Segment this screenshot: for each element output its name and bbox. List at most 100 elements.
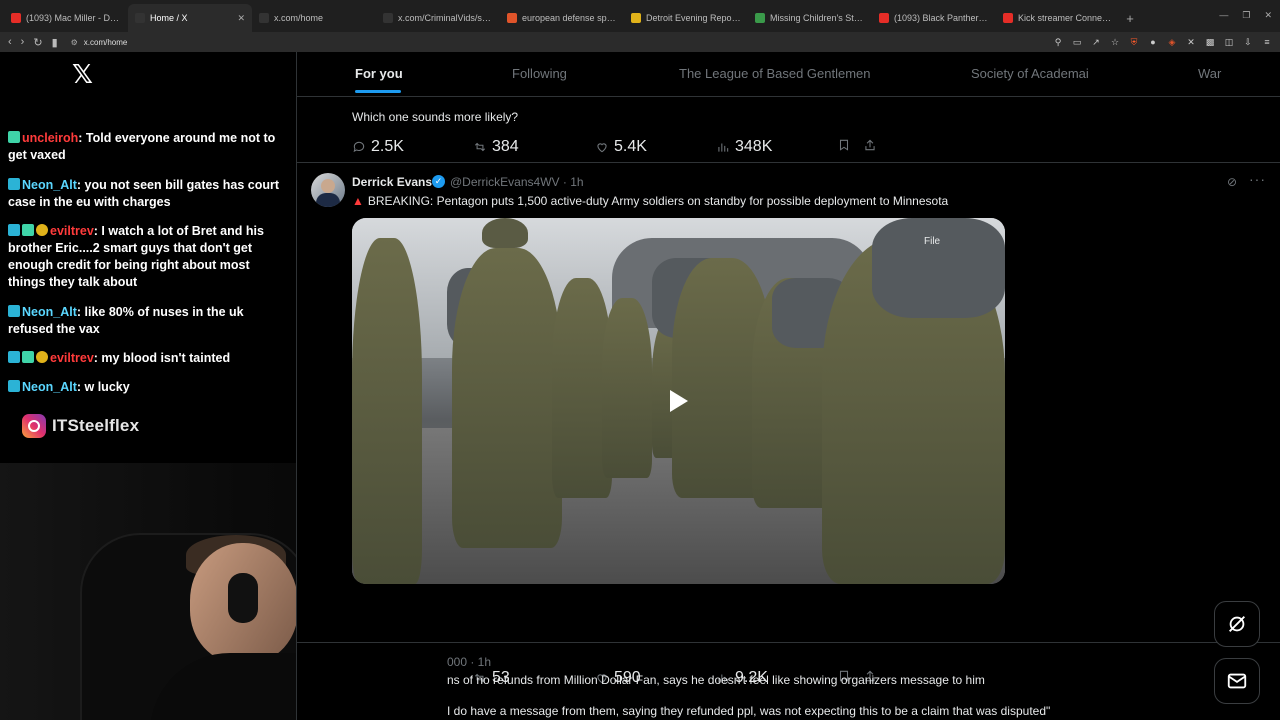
chat-username[interactable]: Neon_Alt bbox=[22, 380, 77, 394]
browser-tab[interactable]: Kick streamer Conner gets filmed b... bbox=[996, 4, 1120, 32]
browser-toolbar: ‹ › ↻ ▮ ⚙ x.com/home ⚲ ▭ ↗ ☆ ⛨ ● ◈ ✕ ▩ ◫… bbox=[0, 32, 1280, 52]
chat-badge-icon bbox=[22, 224, 34, 236]
grok-icon bbox=[1229, 616, 1245, 632]
close-window-icon[interactable]: ✕ bbox=[1264, 10, 1272, 21]
tab-society-of-academai[interactable]: Society of Academai bbox=[971, 66, 1089, 81]
chat-badge-icon bbox=[8, 131, 20, 143]
tab-title: Detroit Evening Report: Hundreds in... bbox=[646, 13, 741, 23]
browser-tab[interactable]: (1093) Black Panther Says Ice is Goin... bbox=[872, 4, 996, 32]
post-text: I do have a message from them, saying th… bbox=[447, 704, 1051, 718]
wallet-icon[interactable]: ◈ bbox=[1167, 37, 1177, 47]
post-text: Which one sounds more likely? bbox=[352, 110, 519, 124]
grok-button[interactable] bbox=[1214, 601, 1260, 647]
x-logo-icon[interactable]: 𝕏 bbox=[72, 60, 93, 90]
share-icon[interactable]: ↗ bbox=[1091, 37, 1101, 47]
post-body: ▲ BREAKING: Pentagon puts 1,500 active-du… bbox=[352, 194, 948, 208]
timeline-tabs: For you Following The League of Based Ge… bbox=[297, 52, 1280, 97]
grok-icon[interactable]: ⊘ bbox=[1227, 175, 1237, 189]
browser-tab[interactable]: Detroit Evening Report: Hundreds in... bbox=[624, 4, 748, 32]
avatar[interactable] bbox=[311, 173, 345, 207]
tab-league-of-based-gentlemen[interactable]: The League of Based Gentlemen bbox=[679, 66, 871, 81]
favicon-icon bbox=[879, 13, 889, 23]
siren-icon: ▲ bbox=[352, 194, 364, 208]
more-options-icon[interactable]: ··· bbox=[1249, 171, 1266, 187]
forward-icon[interactable]: › bbox=[21, 36, 25, 48]
chat-username[interactable]: eviltrev bbox=[50, 224, 94, 238]
extensions-bar: ⚲ ▭ ↗ ☆ ⛨ ● ◈ ✕ ▩ ◫ ⇩ ≡ bbox=[1053, 37, 1272, 48]
reload-icon[interactable]: ↻ bbox=[33, 36, 42, 49]
messages-button[interactable] bbox=[1214, 658, 1260, 704]
tab-label: Society of Academai bbox=[971, 66, 1089, 81]
mail-icon bbox=[1227, 673, 1247, 689]
zoom-icon[interactable]: ⚲ bbox=[1053, 37, 1063, 47]
tab-war[interactable]: War bbox=[1198, 66, 1221, 81]
like-button[interactable]: 5.4K bbox=[595, 138, 647, 156]
download-icon[interactable]: ⇩ bbox=[1243, 37, 1253, 47]
tab-following[interactable]: Following bbox=[512, 66, 567, 81]
browser-tab[interactable]: x.com/CriminalVids/status/20123151... bbox=[376, 4, 500, 32]
chat-username[interactable]: uncleiroh bbox=[22, 131, 78, 145]
brave-shield-icon[interactable]: ⛨ bbox=[1129, 37, 1139, 47]
browser-tab[interactable]: european defense spending - Brave S bbox=[500, 4, 624, 32]
favicon-icon bbox=[11, 13, 21, 23]
post-text: BREAKING: Pentagon puts 1,500 active-dut… bbox=[367, 194, 949, 208]
chat-badge-icon bbox=[8, 224, 20, 236]
reply-button[interactable]: 2.5K bbox=[352, 138, 404, 156]
favicon-icon bbox=[135, 13, 145, 23]
views-button[interactable]: 348K bbox=[716, 138, 772, 156]
favicon-icon bbox=[755, 13, 765, 23]
puzzle-icon[interactable]: ▩ bbox=[1205, 37, 1215, 47]
favicon-icon bbox=[259, 13, 269, 23]
chat-badge-icon bbox=[22, 351, 34, 363]
menu-icon[interactable]: ≡ bbox=[1262, 37, 1272, 47]
tab-title: x.com/home bbox=[274, 13, 324, 23]
view-count: 348K bbox=[735, 138, 773, 155]
new-tab-button[interactable]: + bbox=[1120, 4, 1140, 32]
tab-label: For you bbox=[355, 66, 403, 81]
favicon-icon bbox=[1003, 13, 1013, 23]
post-next[interactable]: 000 · 1h ns of no refunds from Million D… bbox=[297, 644, 1280, 720]
verified-badge-icon: ✓ bbox=[432, 175, 445, 188]
tab-title: Kick streamer Conner gets filmed b... bbox=[1018, 13, 1113, 23]
chat-message: eviltrev: I watch a lot of Bret and his … bbox=[8, 223, 288, 291]
heart-icon bbox=[597, 143, 607, 153]
minimize-icon[interactable]: — bbox=[1219, 10, 1228, 21]
extension-icon[interactable]: ● bbox=[1148, 37, 1158, 47]
browser-tab[interactable]: Missing Children's Statistics - Global bbox=[748, 4, 872, 32]
x-extension-icon[interactable]: ✕ bbox=[1186, 37, 1196, 47]
star-icon[interactable]: ☆ bbox=[1110, 37, 1120, 47]
chat-message: Neon_Alt: like 80% of nuses in the uk re… bbox=[8, 304, 288, 338]
play-icon[interactable] bbox=[670, 390, 688, 412]
chat-username[interactable]: Neon_Alt bbox=[22, 178, 77, 192]
post-previous[interactable]: Which one sounds more likely? 2.5K 384 5… bbox=[297, 97, 1280, 163]
author-handle[interactable]: @DerrickEvans4WV · 1h bbox=[450, 175, 584, 189]
close-tab-icon[interactable]: ✕ bbox=[237, 13, 245, 24]
sidebar-icon[interactable]: ◫ bbox=[1224, 37, 1234, 47]
back-icon[interactable]: ‹ bbox=[8, 36, 12, 48]
repost-button[interactable]: 384 bbox=[473, 138, 519, 156]
browser-tab[interactable]: Home / X ✕ bbox=[128, 4, 252, 32]
browser-tab[interactable]: (1093) Mac Miller - Donald Trump - Y bbox=[4, 4, 128, 32]
chat-badge-icon bbox=[8, 305, 20, 317]
restore-icon[interactable]: ❐ bbox=[1242, 10, 1250, 21]
url-text: x.com/home bbox=[83, 37, 128, 47]
favicon-icon bbox=[507, 13, 517, 23]
chat-text: : w lucky bbox=[76, 380, 130, 394]
x-timeline: For you Following The League of Based Ge… bbox=[296, 52, 1280, 720]
post-video[interactable]: File bbox=[352, 218, 1005, 584]
chat-username[interactable]: Neon_Alt bbox=[22, 305, 77, 319]
chat-badge-icon bbox=[8, 178, 20, 190]
post-derrick-evans[interactable]: Derrick Evans ✓ @DerrickEvans4WV · 1h ⊘ … bbox=[297, 163, 1280, 686]
site-info-icon[interactable]: ⚙ bbox=[71, 38, 78, 47]
author-name[interactable]: Derrick Evans bbox=[352, 175, 432, 189]
chat-username[interactable]: eviltrev bbox=[50, 351, 94, 365]
share-button[interactable] bbox=[863, 138, 877, 152]
bookmark-button[interactable] bbox=[837, 138, 851, 152]
tab-title: (1093) Black Panther Says Ice is Goin... bbox=[894, 13, 989, 23]
tab-label: War bbox=[1198, 66, 1222, 81]
bookmark-icon[interactable]: ▮ bbox=[52, 36, 58, 49]
cast-icon[interactable]: ▭ bbox=[1072, 37, 1082, 47]
address-bar[interactable]: ⚙ x.com/home bbox=[67, 34, 1044, 50]
tab-for-you[interactable]: For you bbox=[355, 66, 403, 93]
browser-tab[interactable]: x.com/home bbox=[252, 4, 376, 32]
